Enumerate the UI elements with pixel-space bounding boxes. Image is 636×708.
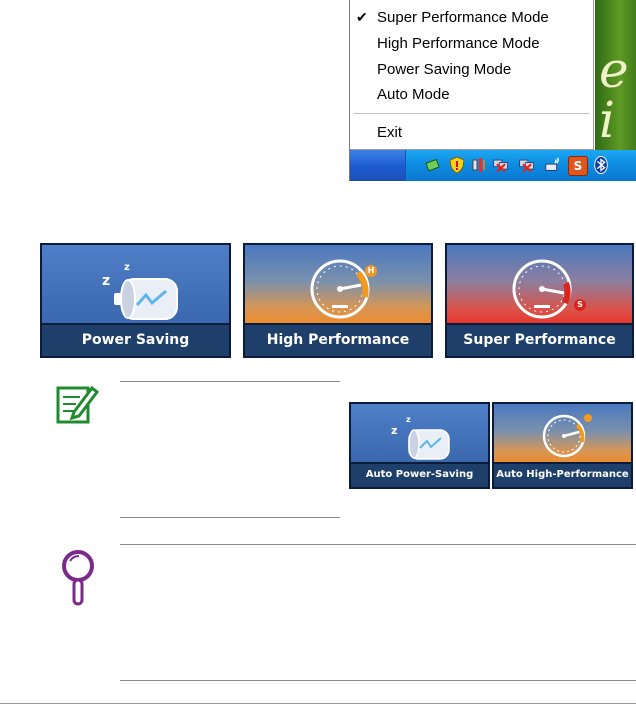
checkmark-icon: ✔: [356, 9, 368, 25]
network-disconnected-icon[interactable]: [518, 156, 536, 174]
performance-context-menu: ✔ Super Performance Mode High Performanc…: [350, 0, 594, 150]
note-top-rule: [120, 381, 340, 382]
menu-item-power-saving[interactable]: Power Saving Mode: [350, 57, 592, 82]
menu-item-high-performance[interactable]: High Performance Mode: [350, 31, 592, 56]
menu-separator: [354, 113, 589, 114]
mode-tile-power-saving: z z Power Saving: [40, 243, 231, 358]
menu-item-label: Auto Mode: [377, 86, 450, 103]
auto-tile-art: [494, 404, 631, 464]
network-disconnected-icon[interactable]: [492, 156, 510, 174]
taskbar: S: [350, 150, 636, 181]
note-pencil-icon: [56, 385, 100, 424]
sleep-z-large: z: [102, 273, 110, 289]
auto-tile-high-performance: Auto High-Performance: [492, 402, 633, 489]
sleep-z-small: z: [124, 262, 130, 273]
speedometer-icon: [542, 414, 592, 458]
tray-badge-letter: S: [573, 159, 583, 173]
mode-tile-art: S: [447, 245, 632, 325]
battery-sleep-icon: z z: [102, 262, 178, 320]
speedometer-icon: [512, 259, 572, 319]
mode-tile-art: z z: [42, 245, 229, 325]
menu-item-label: High Performance Mode: [377, 35, 540, 52]
menu-item-super-performance[interactable]: ✔ Super Performance Mode: [350, 5, 592, 30]
tip-top-rule: [120, 544, 636, 545]
menu-item-auto-mode[interactable]: Auto Mode: [350, 82, 592, 107]
note-bottom-rule: [120, 517, 340, 518]
auto-tile-power-saving: z z Auto Power-Saving: [349, 402, 490, 489]
auto-tile-caption: Auto High-Performance: [494, 462, 631, 487]
mode-tile-super-performance: S Super Performance: [445, 243, 634, 358]
menu-item-label: Power Saving Mode: [377, 61, 512, 78]
tray-menu-screenshot: e i ✔ Super Performance Mode High Perfor…: [349, 0, 636, 181]
page-footer-rule: [0, 703, 636, 704]
menu-item-label: Super Performance Mode: [377, 9, 549, 26]
auto-tile-art: z z: [351, 404, 488, 464]
speaker-icon[interactable]: [470, 156, 488, 174]
bluetooth-icon[interactable]: [592, 156, 610, 174]
mode-tile-high-performance: H High Performance: [243, 243, 433, 358]
auto-tile-caption: Auto Power-Saving: [351, 462, 488, 487]
mode-tile-caption: Super Performance: [447, 323, 632, 356]
tip-bottom-rule: [120, 680, 636, 681]
sleep-z-small: z: [406, 415, 411, 424]
magnifier-tip-icon: [62, 550, 94, 606]
menu-item-exit[interactable]: Exit: [350, 120, 592, 145]
sleep-z-large: z: [391, 424, 397, 437]
battery-sleep-icon: z z: [391, 415, 450, 460]
wireless-icon[interactable]: [544, 156, 562, 174]
security-shield-icon[interactable]: [448, 156, 466, 174]
speedometer-icon: [310, 259, 370, 319]
mode-tile-art: H: [245, 245, 431, 325]
wallpaper-lettering: e i: [599, 41, 629, 149]
mode-tile-caption: Power Saving: [42, 323, 229, 356]
desktop-wallpaper: e i: [595, 0, 636, 150]
super-hybrid-engine-icon[interactable]: S: [568, 156, 588, 176]
mode-badge: S: [574, 299, 586, 311]
system-tray: S: [405, 150, 636, 181]
menu-item-label: Exit: [377, 124, 403, 141]
network-icon[interactable]: [424, 156, 442, 174]
mode-tile-caption: High Performance: [245, 323, 431, 356]
mode-badge: H: [365, 265, 377, 277]
